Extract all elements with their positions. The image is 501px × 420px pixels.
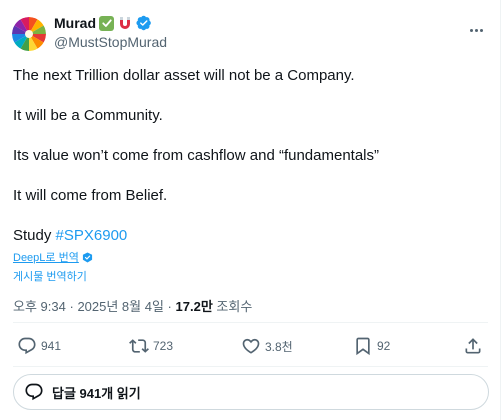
bookmark-button[interactable]: 92	[353, 334, 390, 358]
like-button[interactable]: 3.8천	[241, 334, 293, 358]
meta-separator: ·	[167, 299, 172, 314]
heart-icon	[242, 338, 260, 354]
divider	[13, 366, 488, 367]
tweet-line-4: It will come from Belief.	[13, 187, 168, 204]
reply-count: 941	[41, 339, 62, 353]
share-button[interactable]	[463, 334, 483, 358]
magnet-emoji-icon	[117, 15, 133, 31]
tweet-meta: 오후 9:34 · 2025년 8월 4일 · 17.2만 조회수	[13, 296, 252, 315]
post-time[interactable]: 오후 9:34	[13, 299, 66, 314]
divider	[13, 322, 488, 323]
study-prefix: Study	[13, 227, 52, 244]
repost-button[interactable]: 723	[129, 334, 173, 358]
action-bar: 941 723 3.8천 92	[13, 334, 488, 358]
tweet-line-5: Study #SPX6900	[13, 226, 127, 246]
share-icon	[465, 338, 481, 354]
deepl-translate-label: DeepL로 번역	[13, 252, 79, 264]
translate-post-link[interactable]: 게시물 번역하기	[13, 268, 87, 284]
check-mark-button-emoji-icon	[99, 15, 114, 31]
reply-icon	[18, 337, 36, 355]
speech-bubble-icon	[25, 383, 43, 401]
repost-count: 723	[153, 339, 174, 353]
tweet-line-2: It will be a Community.	[13, 107, 163, 124]
author-handle[interactable]: @MustStopMurad	[54, 34, 167, 50]
views-count: 17.2만	[175, 299, 213, 314]
tweet-header: Murad @MustStopMurad	[12, 14, 488, 58]
tweet-line-3: Its value won’t come from cashflow and “…	[13, 147, 379, 164]
verified-badge-icon[interactable]	[136, 15, 152, 31]
hashtag-link[interactable]: #SPX6900	[56, 227, 128, 244]
author-names: Murad @MustStopMurad	[54, 14, 167, 50]
repost-icon	[129, 339, 149, 353]
deepl-shield-icon	[82, 251, 92, 263]
bookmark-icon	[356, 337, 370, 356]
tweet-detail: Murad @MustStopMurad The next Trillion d…	[0, 0, 501, 420]
deepl-translate-link[interactable]: DeepL로 번역	[13, 249, 93, 265]
reply-button[interactable]: 941	[17, 334, 61, 358]
read-replies-button[interactable]: 답글 941개 읽기	[13, 374, 489, 410]
read-replies-label: 답글 941개 읽기	[52, 385, 141, 401]
display-name[interactable]: Murad	[54, 15, 96, 31]
bookmark-count: 92	[377, 339, 391, 353]
more-options-icon[interactable]	[466, 22, 486, 38]
post-date[interactable]: 2025년 8월 4일	[77, 299, 163, 314]
avatar[interactable]	[12, 17, 46, 51]
tweet-line-1: The next Trillion dollar asset will not …	[13, 67, 355, 84]
name-row: Murad	[54, 14, 167, 32]
meta-separator: ·	[69, 299, 74, 314]
views-label: 조회수	[216, 299, 253, 314]
like-count: 3.8천	[265, 339, 293, 354]
